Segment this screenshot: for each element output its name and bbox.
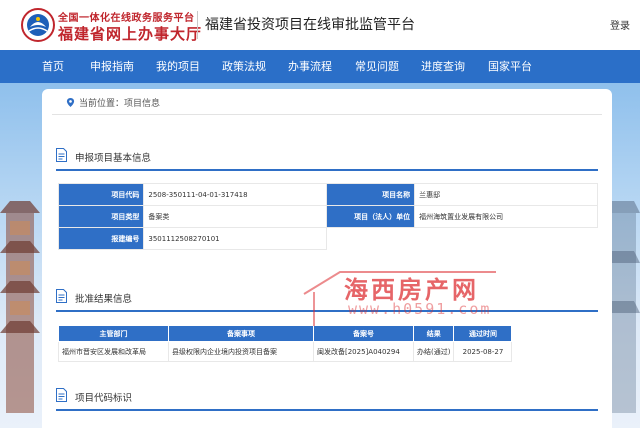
table-row: 福州市晋安区发展和改革局 县级权限内企业境内投资项目备案 闽发改备[2025]A… <box>58 341 513 362</box>
section-title: 项目代码标识 <box>75 393 133 404</box>
project-code-value: 2508-350111-04-01-317418 <box>143 183 328 206</box>
table-row: 项目代码 2508-350111-04-01-317418 项目名称 兰惠邸 <box>57 183 598 206</box>
nav-item-guide[interactable]: 申报指南 <box>90 50 134 83</box>
column-header: 备案事项 <box>168 325 314 342</box>
document-icon <box>56 289 67 303</box>
pagoda-illustration <box>0 201 40 413</box>
section-underline <box>56 169 598 171</box>
matter-cell: 县级权限内企业境内投资项目备案 <box>168 341 314 362</box>
site-title: 福建省投资项目在线审批监管平台 <box>205 17 415 33</box>
report-no-value: 3501112508270101 <box>143 227 328 250</box>
result-cell: 办结(通过) <box>412 341 455 362</box>
breadcrumb: 当前位置：项目信息 <box>66 96 160 109</box>
column-header: 主管部门 <box>58 325 169 342</box>
section-header: 项目代码标识 <box>56 388 598 411</box>
document-icon <box>56 148 67 162</box>
section-header: 申报项目基本信息 <box>56 148 598 171</box>
nav-item-home[interactable]: 首页 <box>42 50 64 83</box>
project-type-value: 备案类 <box>143 205 328 228</box>
column-header: 备案号 <box>313 325 414 342</box>
time-cell: 2025-08-27 <box>453 341 513 362</box>
code-mark-section: 项目代码标识 <box>56 388 598 411</box>
login-link[interactable]: 登录 <box>610 17 630 32</box>
legal-unit-label: 项目（法人）单位 <box>326 205 416 228</box>
basic-info-table: 项目代码 2508-350111-04-01-317418 项目名称 兰惠邸 项… <box>57 183 598 250</box>
project-name-value: 兰惠邸 <box>414 183 598 206</box>
basic-info-section: 申报项目基本信息 项目代码 2508-350111-04-01-317418 项… <box>56 148 598 250</box>
record-no-cell: 闽发改备[2025]A040294 <box>313 341 414 362</box>
section-underline <box>56 409 598 411</box>
top-header: 全国一体化在线政务服务平台 福建省网上办事大厅 福建省投资项目在线审批监管平台 … <box>0 0 640 50</box>
header-divider <box>197 11 198 39</box>
column-header: 通过时间 <box>453 325 513 342</box>
nav-item-my-projects[interactable]: 我的项目 <box>156 50 200 83</box>
approval-table: 主管部门 备案事项 备案号 结果 通过时间 福州市晋安区发展和改革局 县级权限内… <box>58 325 513 362</box>
section-underline <box>56 310 598 312</box>
section-header: 批准结果信息 <box>56 289 598 312</box>
emblem-icon <box>21 8 55 42</box>
breadcrumb-divider <box>52 114 602 115</box>
column-header: 结果 <box>412 325 455 342</box>
table-header-row: 主管部门 备案事项 备案号 结果 通过时间 <box>58 325 513 342</box>
breadcrumb-prefix: 当前位置： <box>79 99 125 109</box>
section-title: 批准结果信息 <box>75 294 133 305</box>
project-name-label: 项目名称 <box>326 183 416 206</box>
project-info-card: 当前位置：项目信息 申报项目基本信息 项目代码 2508-350111-04-0… <box>42 89 612 428</box>
logo-top-text: 全国一体化在线政务服务平台 <box>58 13 195 24</box>
site-logo[interactable]: 全国一体化在线政务服务平台 福建省网上办事大厅 <box>20 6 201 44</box>
section-title: 申报项目基本信息 <box>75 153 152 164</box>
logo-main-text: 福建省网上办事大厅 <box>58 25 203 43</box>
main-nav: 首页 申报指南 我的项目 政策法规 办事流程 常见问题 进度查询 国家平台 <box>0 50 640 83</box>
table-row: 报建编号 3501112508270101 <box>57 227 598 250</box>
location-pin-icon <box>66 98 75 107</box>
nav-item-faq[interactable]: 常见问题 <box>355 50 399 83</box>
nav-item-national[interactable]: 国家平台 <box>488 50 532 83</box>
breadcrumb-current: 项目信息 <box>124 99 161 109</box>
nav-item-process[interactable]: 办事流程 <box>288 50 332 83</box>
department-cell: 福州市晋安区发展和改革局 <box>58 341 169 362</box>
report-no-label: 报建编号 <box>57 227 145 250</box>
approval-section: 批准结果信息 主管部门 备案事项 备案号 结果 通过时间 福州市晋安区发展和改革… <box>56 289 598 362</box>
project-type-label: 项目类型 <box>57 205 145 228</box>
table-row: 项目类型 备案类 项目（法人）单位 福州海筑置业发展有限公司 <box>57 205 598 228</box>
legal-unit-value: 福州海筑置业发展有限公司 <box>414 205 598 228</box>
project-code-label: 项目代码 <box>57 183 145 206</box>
nav-item-policies[interactable]: 政策法规 <box>222 50 266 83</box>
document-icon <box>56 388 67 402</box>
nav-item-progress[interactable]: 进度查询 <box>421 50 465 83</box>
